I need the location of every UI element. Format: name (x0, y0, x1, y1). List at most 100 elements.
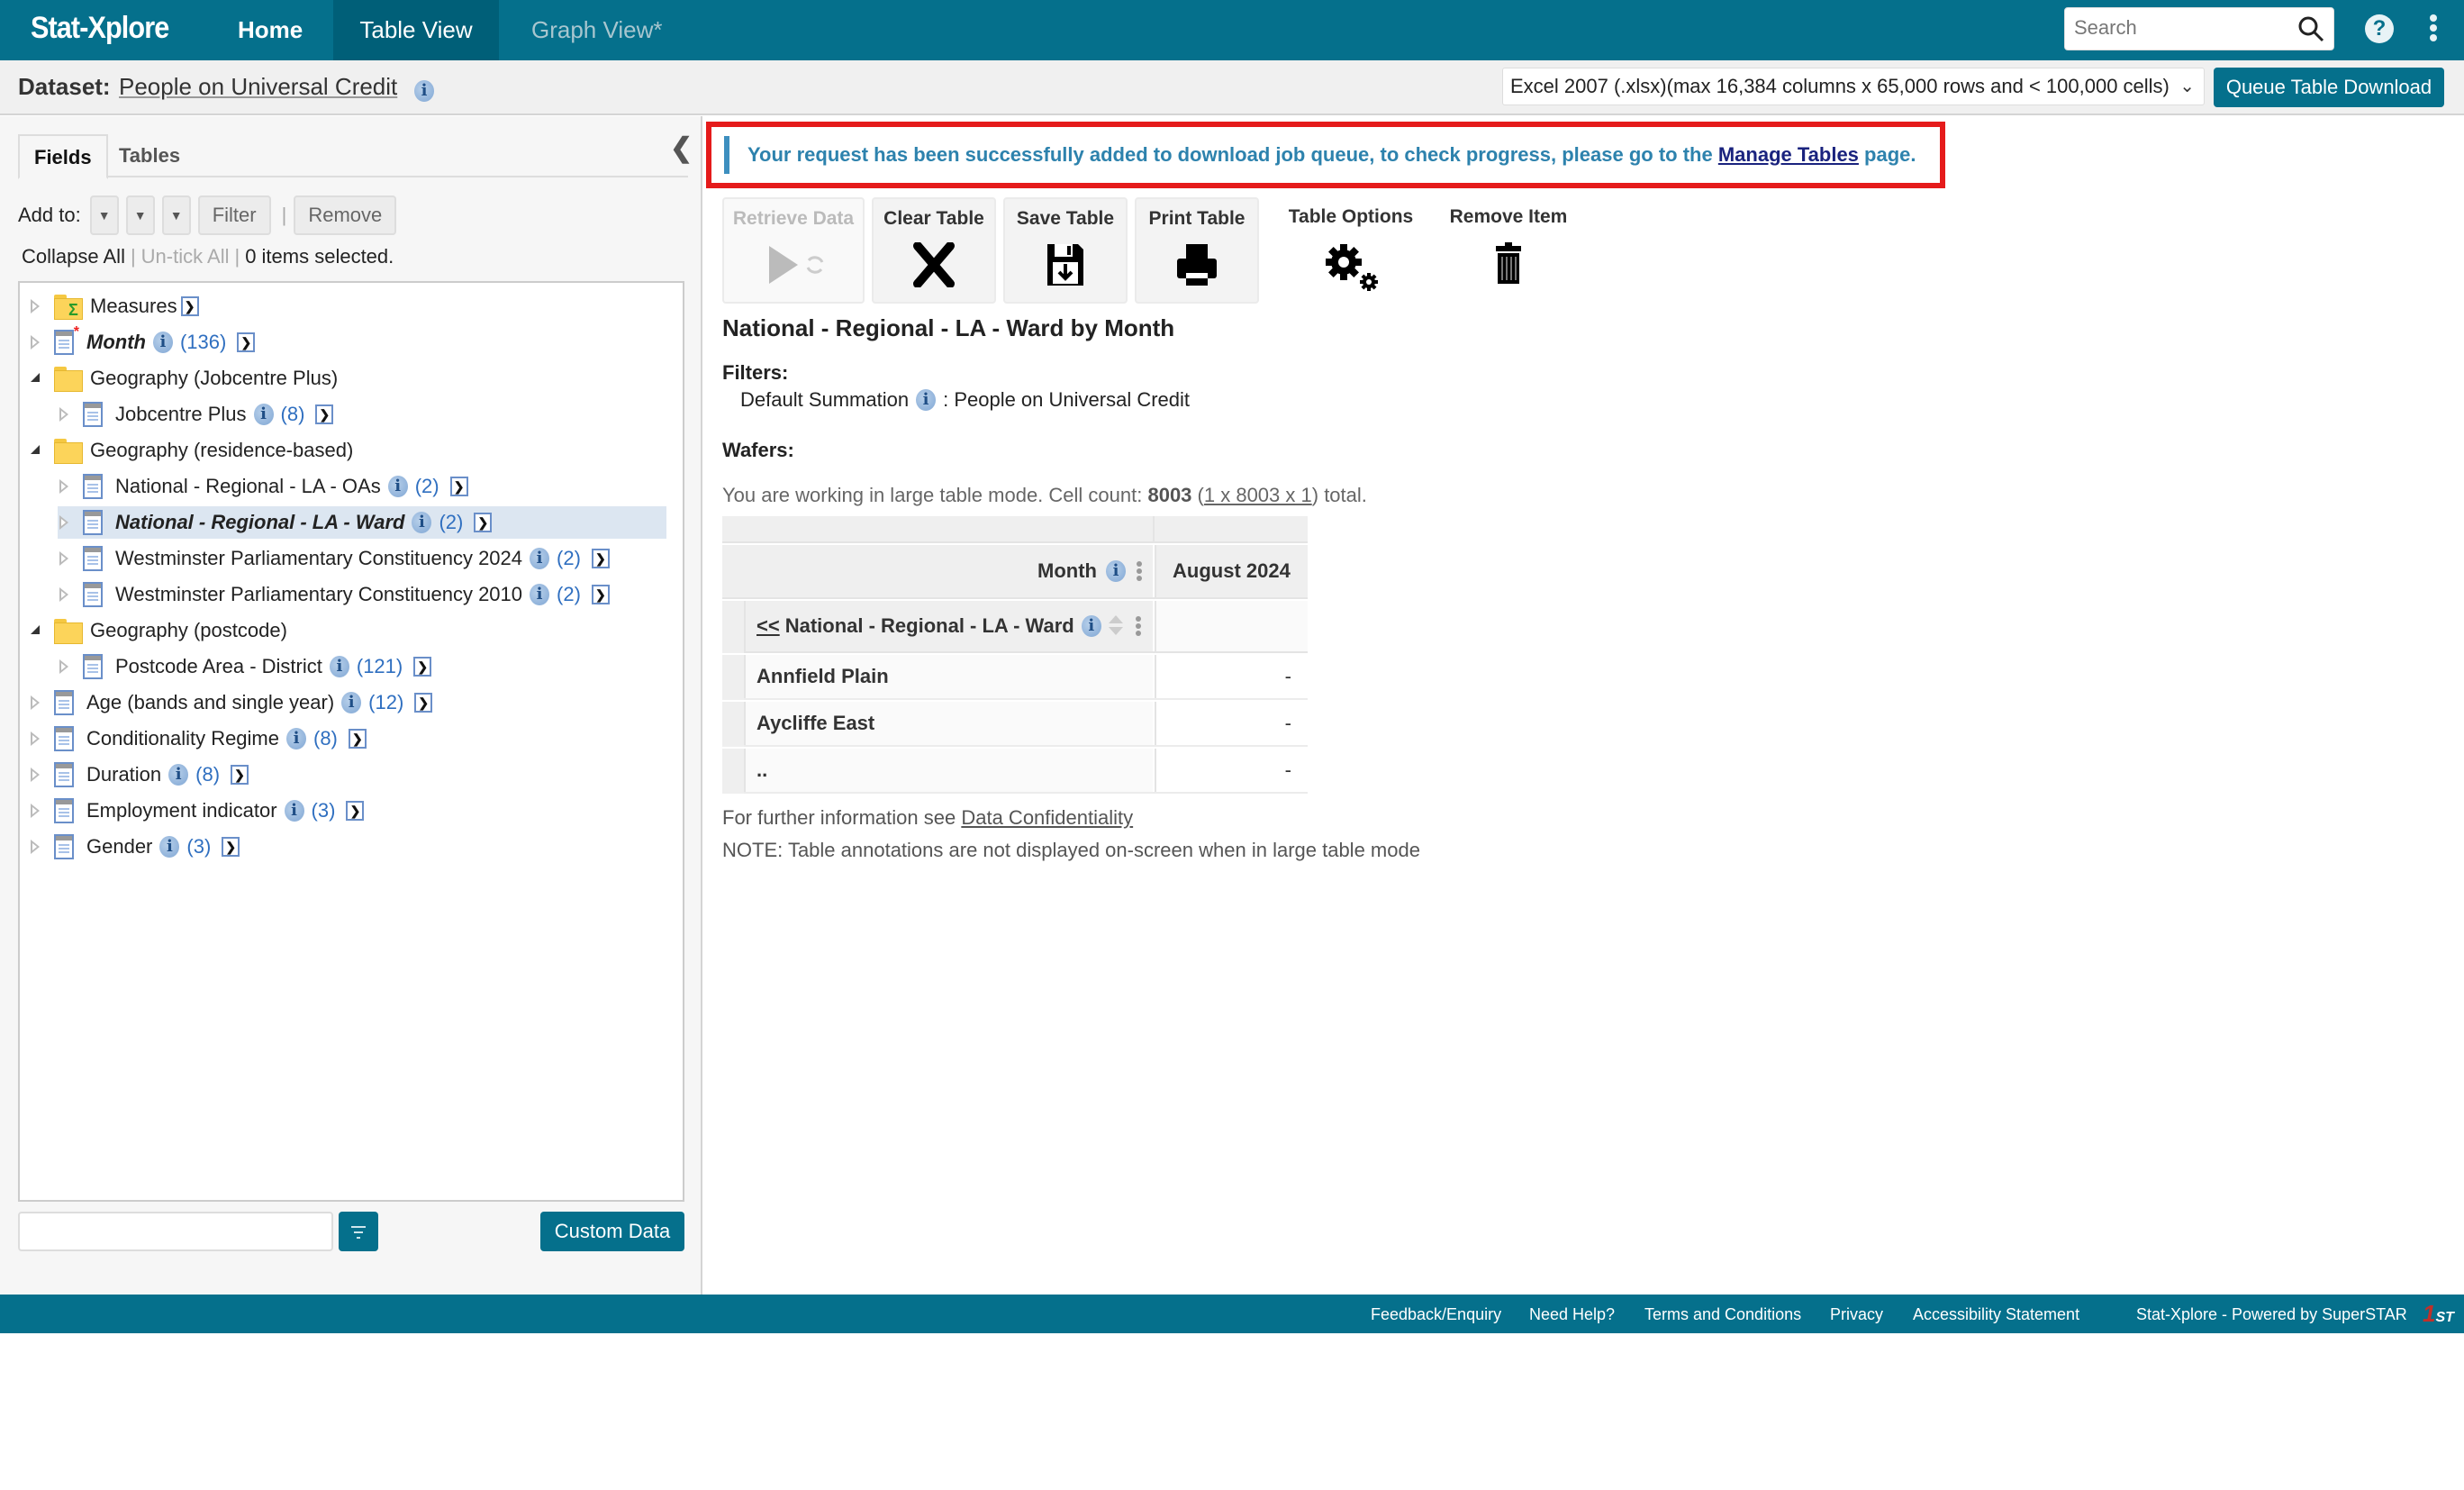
footer-link-help[interactable]: Need Help? (1529, 1305, 1615, 1324)
print-table-button[interactable]: Print Table (1135, 197, 1259, 304)
item-count[interactable]: (2) (557, 583, 581, 606)
clear-table-button[interactable]: Clear Table (872, 197, 996, 304)
add-arrow-icon[interactable]: ❯ (346, 801, 365, 821)
item-count[interactable]: (136) (180, 331, 226, 354)
add-arrow-icon[interactable]: ❯ (413, 657, 432, 677)
remove-button[interactable]: Remove (294, 195, 397, 235)
untick-all-link[interactable]: Un-tick All (141, 245, 230, 268)
sort-icon[interactable] (1107, 615, 1125, 637)
queue-table-download-button[interactable]: Queue Table Download (2214, 68, 2444, 107)
data-confidentiality-link[interactable]: Data Confidentiality (961, 806, 1133, 829)
collapse-toggle[interactable] (29, 369, 43, 387)
info-icon[interactable]: i (329, 656, 349, 677)
info-icon[interactable]: i (284, 800, 304, 822)
tree-node-geography-residence[interactable]: Geography (residence-based) (29, 434, 353, 467)
add-arrow-icon[interactable]: ❯ (449, 477, 468, 496)
expand-toggle[interactable] (29, 730, 43, 748)
item-count[interactable]: (8) (313, 727, 338, 750)
chevron-down-icon[interactable]: ▼ (92, 197, 117, 233)
collapse-all-link[interactable]: Collapse All (22, 245, 125, 268)
tree-node-postcode-district[interactable]: Postcode Area - District i (121) ❯ (58, 650, 432, 683)
expand-toggle[interactable] (29, 766, 43, 784)
expand-toggle[interactable] (58, 513, 72, 531)
tree-node-ward[interactable]: National - Regional - LA - Ward i (2) ❯ (58, 506, 666, 539)
nav-graph-view[interactable]: Graph View* (504, 0, 690, 60)
nav-table-view[interactable]: Table View (333, 0, 499, 60)
footer-link-accessibility[interactable]: Accessibility Statement (1913, 1305, 2079, 1324)
row-field-header[interactable]: << National - Regional - LA - Ward i (744, 601, 1153, 651)
expand-toggle[interactable] (29, 802, 43, 820)
retrieve-data-button[interactable]: Retrieve Data (722, 197, 865, 304)
tree-node-oas[interactable]: National - Regional - LA - OAs i (2) ❯ (58, 470, 468, 503)
chevron-down-icon[interactable]: ▼ (128, 197, 153, 233)
tree-node-gender[interactable]: Gender i (3) ❯ (29, 831, 240, 863)
tree-node-geography-jobcentre[interactable]: Geography (Jobcentre Plus) (29, 362, 338, 395)
expand-toggle[interactable] (29, 297, 43, 315)
info-icon[interactable]: i (530, 584, 550, 605)
collapse-panel-icon[interactable]: ❮ (670, 132, 693, 164)
chevron-down-icon[interactable]: ▼ (164, 197, 189, 233)
tree-node-duration[interactable]: Duration i (8) ❯ (29, 759, 249, 791)
item-count[interactable]: (8) (195, 763, 220, 786)
add-arrow-icon[interactable]: ❯ (231, 765, 249, 785)
info-icon[interactable]: i (916, 389, 937, 411)
item-count[interactable]: (3) (312, 799, 336, 822)
item-count[interactable]: (121) (357, 655, 403, 678)
add-arrow-icon[interactable]: ❯ (414, 693, 433, 713)
manage-tables-link[interactable]: Manage Tables (1718, 143, 1859, 166)
add-arrow-icon[interactable]: ❯ (222, 837, 240, 857)
tree-node-month[interactable]: * Month i (136) ❯ (29, 324, 256, 359)
item-count[interactable]: (2) (439, 511, 463, 534)
expand-toggle[interactable] (29, 333, 43, 351)
item-count[interactable]: (12) (368, 691, 403, 714)
tree-node-wpc-2010[interactable]: Westminster Parliamentary Constituency 2… (58, 578, 610, 611)
add-arrow-icon[interactable]: ❯ (591, 549, 610, 568)
info-icon[interactable]: i (168, 764, 189, 786)
download-format-select[interactable]: Excel 2007 (.xlsx)(max 16,384 columns x … (1502, 68, 2205, 105)
search-input[interactable] (2065, 8, 2281, 48)
filter-button[interactable]: Filter (197, 195, 271, 235)
info-icon[interactable]: i (1106, 560, 1126, 582)
expand-toggle[interactable] (29, 694, 43, 712)
add-arrow-icon[interactable]: ❯ (348, 729, 367, 749)
help-icon[interactable]: ? (2365, 14, 2394, 43)
column-header-august-2024[interactable]: August 2024 (1155, 545, 1308, 597)
footer-link-privacy[interactable]: Privacy (1830, 1305, 1883, 1324)
add-arrow-icon[interactable]: ❯ (474, 513, 493, 532)
row-label[interactable]: Annfield Plain (744, 655, 1153, 698)
info-icon[interactable]: i (341, 692, 362, 713)
info-icon[interactable]: i (530, 548, 550, 569)
add-arrow-icon[interactable]: ❯ (237, 332, 256, 352)
expand-toggle[interactable] (58, 405, 72, 423)
collapse-toggle[interactable] (29, 441, 43, 459)
info-icon[interactable]: i (286, 728, 306, 750)
item-count[interactable]: (2) (557, 547, 581, 570)
row-label[interactable]: Aycliffe East (744, 702, 1153, 745)
column-menu-icon[interactable] (1137, 559, 1144, 583)
tree-node-jobcentre-plus[interactable]: Jobcentre Plus i (8) ❯ (58, 398, 334, 431)
more-options-icon[interactable] (2428, 14, 2439, 47)
add-arrow-icon[interactable]: ❯ (180, 296, 199, 316)
row-label[interactable]: .. (744, 749, 1153, 792)
footer-link-feedback[interactable]: Feedback/Enquiry (1371, 1305, 1501, 1324)
brand-logo[interactable]: Stat-Xplore (31, 11, 169, 46)
expand-toggle[interactable] (58, 550, 72, 568)
tree-node-employment[interactable]: Employment indicator i (3) ❯ (29, 795, 365, 827)
add-arrow-icon[interactable]: ❯ (315, 404, 334, 424)
expand-toggle[interactable] (58, 658, 72, 676)
tree-node-age[interactable]: Age (bands and single year) i (12) ❯ (29, 686, 433, 719)
remove-item-button[interactable]: Remove Item (1441, 197, 1576, 304)
dataset-name-link[interactable]: People on Universal Credit (119, 73, 397, 101)
expand-toggle[interactable] (29, 838, 43, 856)
save-table-button[interactable]: Save Table (1003, 197, 1128, 304)
tree-node-wpc-2024[interactable]: Westminster Parliamentary Constituency 2… (58, 542, 610, 575)
dimensions-link[interactable]: 1 x 8003 x 1 (1204, 484, 1312, 506)
info-icon[interactable]: i (412, 512, 432, 533)
tab-fields[interactable]: Fields (18, 134, 108, 179)
item-count[interactable]: (3) (186, 835, 211, 859)
info-icon[interactable]: i (1081, 615, 1101, 637)
add-arrow-icon[interactable]: ❯ (591, 585, 610, 604)
info-icon[interactable]: i (152, 332, 173, 353)
table-options-button[interactable]: Table Options (1279, 197, 1423, 304)
info-icon[interactable]: i (159, 836, 180, 858)
